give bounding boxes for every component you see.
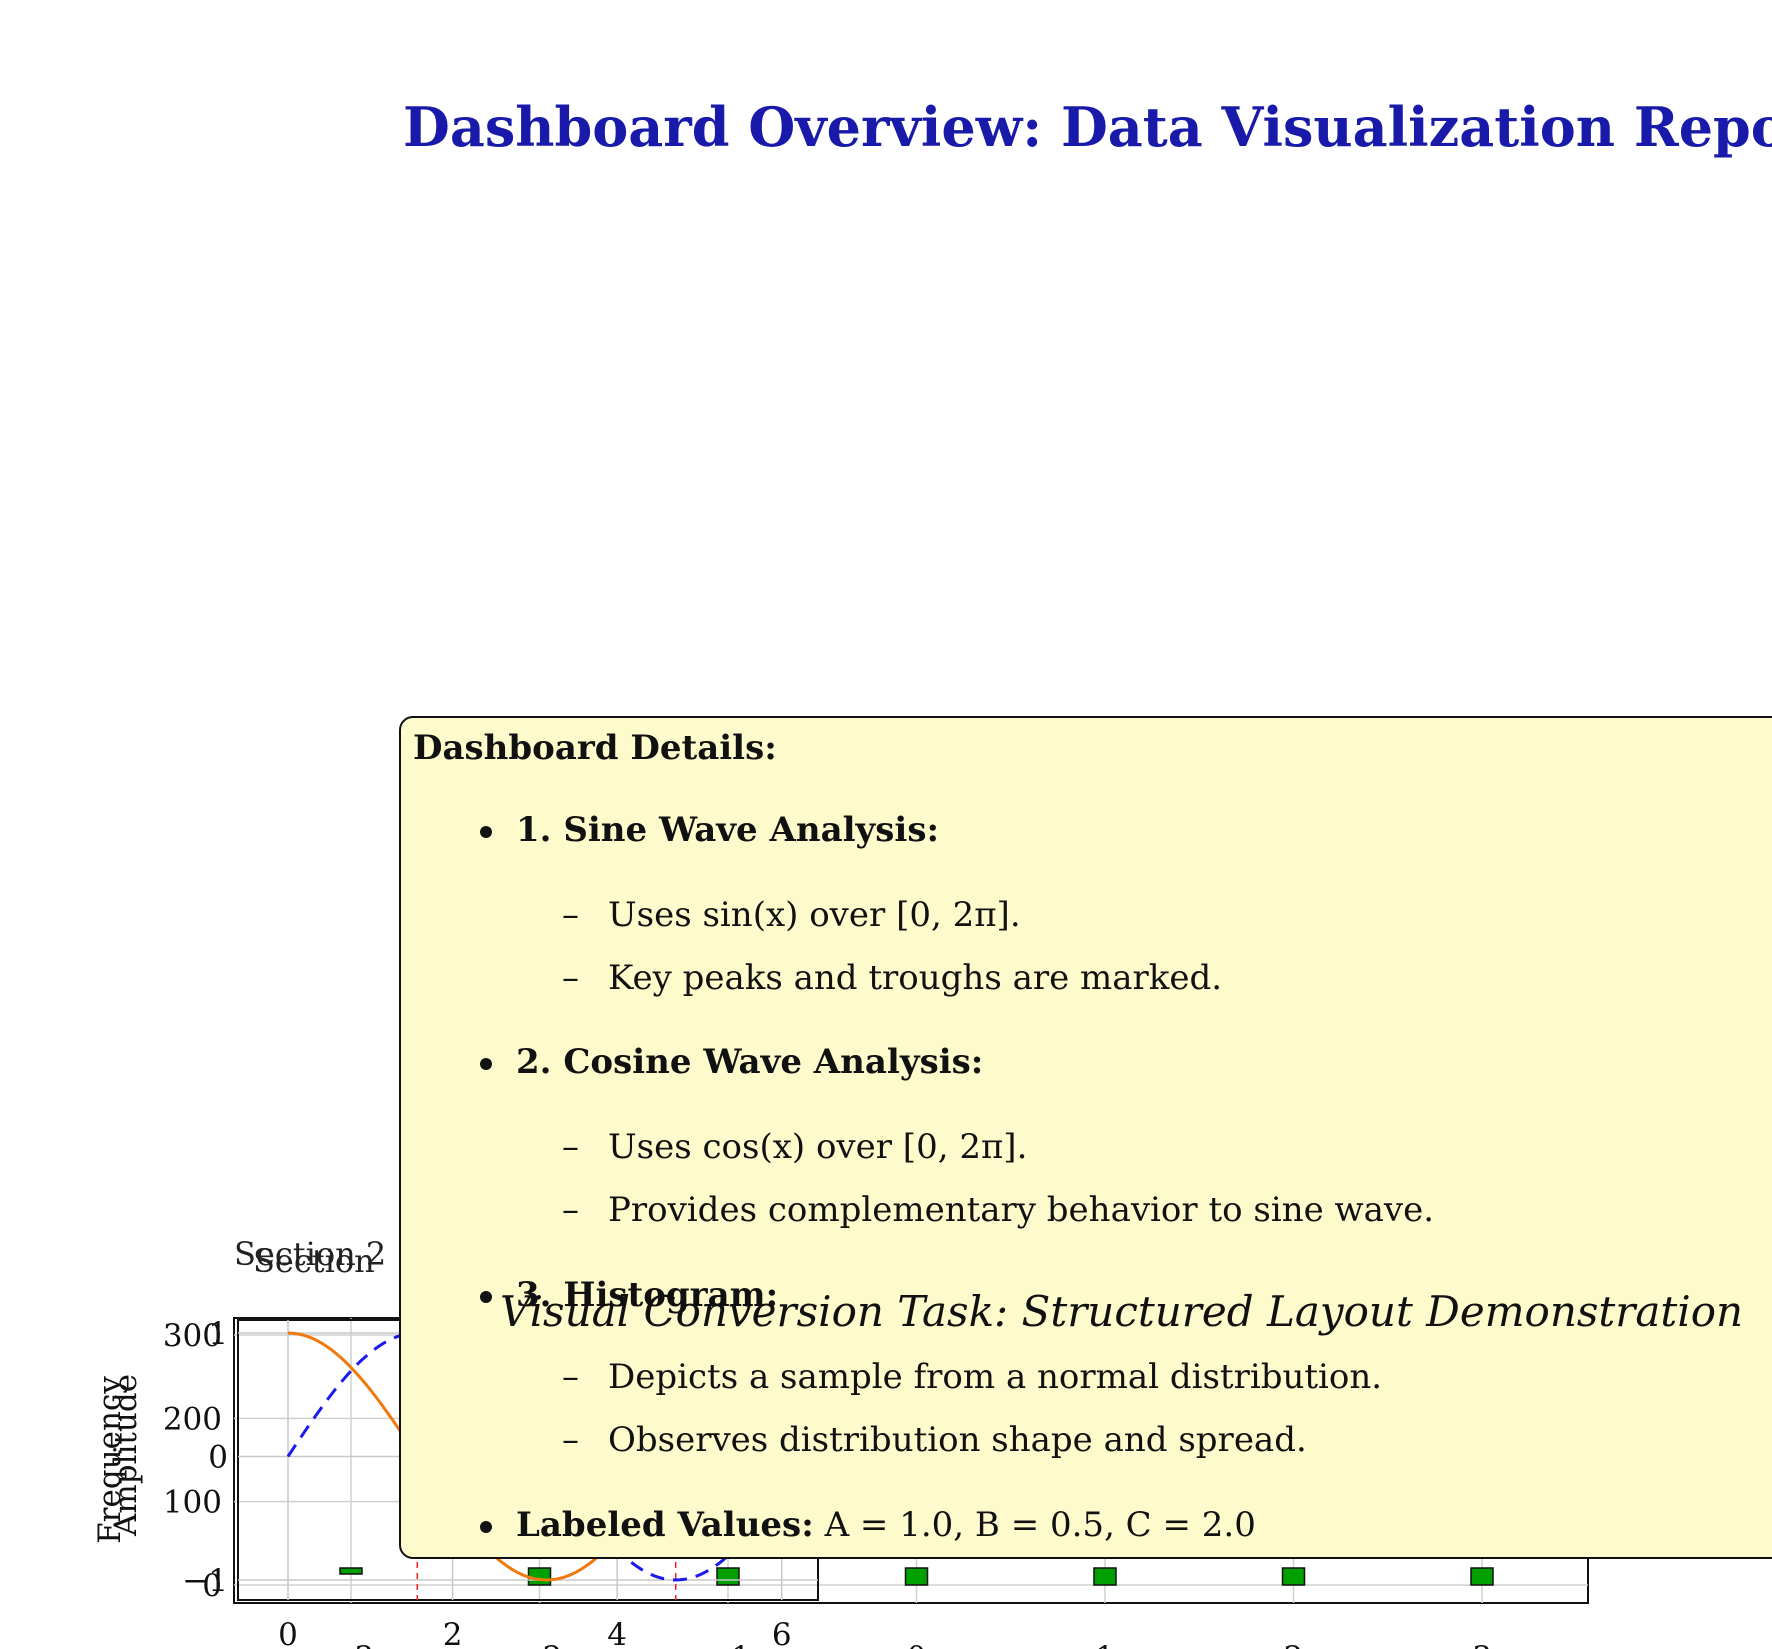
histogram-bar: [1093, 1567, 1117, 1586]
details-item-labeled-values: Labeled Values: A = 1.0, B = 0.5, C = 2.…: [480, 1505, 1256, 1545]
labeled-values-text: A = 1.0, B = 0.5, C = 2.0: [824, 1505, 1256, 1545]
x-tick-label: 1: [1095, 1640, 1115, 1649]
section-label: Section: [253, 1242, 375, 1280]
x-tick-label: −2: [517, 1640, 563, 1649]
x-tick-label: 2: [443, 1617, 463, 1649]
histogram-bar: [339, 1567, 363, 1575]
histogram-bar: [1470, 1567, 1494, 1586]
histogram-bar: [1281, 1567, 1306, 1586]
details-item-label: 2. Cosine Wave Analysis:: [516, 1042, 984, 1082]
x-tick-label: 3: [1472, 1640, 1492, 1649]
x-tick-label: 2: [1284, 1640, 1304, 1649]
y-tick-label: −1: [182, 1563, 228, 1599]
details-subitem: – Provides complementary behavior to sine…: [562, 1190, 1435, 1230]
details-subitem: – Depicts a sample from a normal distribu…: [562, 1357, 1383, 1397]
line-chart-y-ticks: −1 0 1: [182, 1316, 228, 1599]
labeled-values-label: Labeled Values:: [516, 1505, 814, 1545]
x-tick-label: −3: [328, 1640, 374, 1649]
bullet-dot: [480, 1291, 492, 1303]
details-item-label: 1. Sine Wave Analysis:: [516, 810, 940, 850]
bullet-dot: [480, 1058, 492, 1070]
x-tick-label: 0: [278, 1617, 298, 1649]
line-chart-y-axis-label: Amplitude: [108, 1374, 144, 1537]
histogram-x-ticks: −3 −2 −1 0 1 2 3: [328, 1640, 1492, 1649]
x-tick-label: 6: [772, 1617, 792, 1649]
details-subitem: – Uses cos(x) over [0, 2π].: [562, 1127, 1028, 1167]
details-subitem: – Observes distribution shape and spread.: [562, 1420, 1307, 1460]
y-tick-label: 0: [208, 1440, 228, 1476]
details-item-sine: 1. Sine Wave Analysis:: [480, 810, 940, 850]
footnote-caption: Visual Conversion Task: Structured Layou…: [500, 1287, 1744, 1336]
details-subitem: – Uses sin(x) over [0, 2π].: [562, 895, 1021, 935]
details-subitem: – Key peaks and troughs are marked.: [562, 958, 1223, 998]
histogram-bar: [904, 1567, 929, 1586]
details-item-cosine: 2. Cosine Wave Analysis:: [480, 1042, 984, 1082]
bullet-dot: [480, 1521, 492, 1533]
x-tick-label: 4: [607, 1617, 627, 1649]
x-tick-label: −1: [705, 1640, 751, 1649]
x-tick-label: 0: [907, 1640, 927, 1649]
y-tick-label: 1: [208, 1316, 228, 1352]
details-heading: Dashboard Details:: [413, 728, 777, 768]
y-tick-label: 100: [163, 1485, 222, 1521]
bullet-dot: [480, 826, 492, 838]
y-tick-label: 200: [163, 1401, 222, 1437]
histogram-bar: [716, 1567, 740, 1586]
